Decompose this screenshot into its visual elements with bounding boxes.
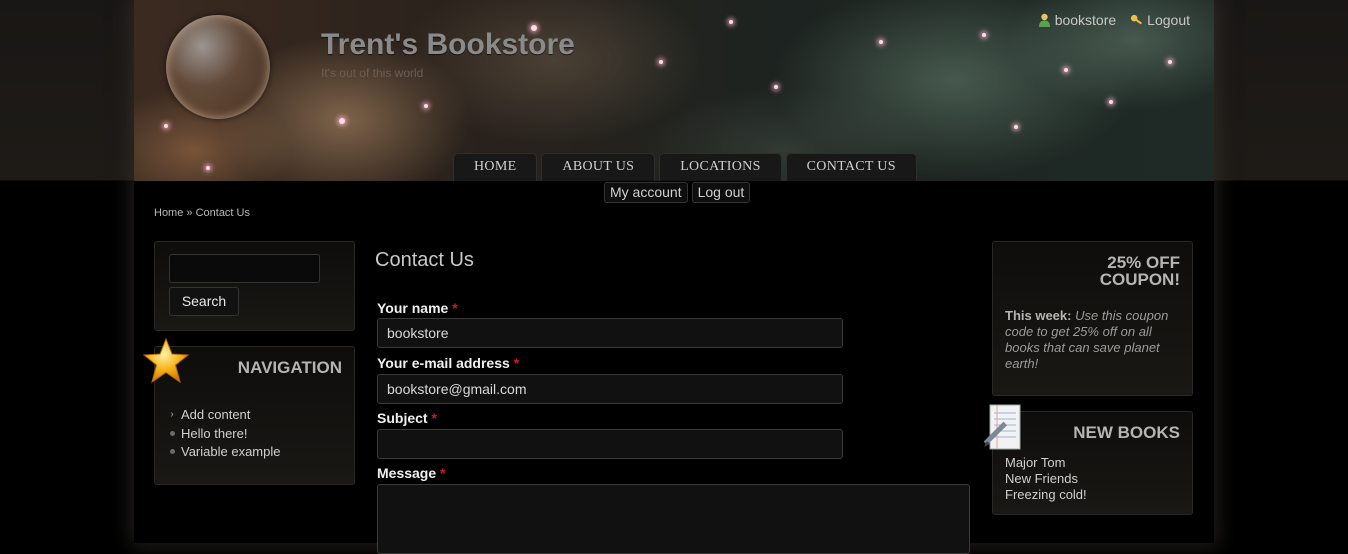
user-links: bookstore Logout: [1038, 12, 1190, 28]
nebula-star: [1109, 100, 1113, 104]
name-label: Your name *: [377, 300, 458, 316]
search-button[interactable]: Search: [169, 287, 239, 316]
required-marker: *: [513, 355, 520, 371]
primary-nav: HOME ABOUT US LOCATIONS CONTACT US: [453, 153, 917, 181]
subject-label-text: Subject: [377, 410, 428, 426]
subject-field[interactable]: [377, 429, 843, 459]
page-side-right: [1214, 0, 1348, 543]
message-field[interactable]: [377, 484, 970, 554]
nav-item-label: Variable example: [181, 444, 281, 459]
nav-item-hello-there[interactable]: Hello there!: [169, 425, 280, 444]
breadcrumb-separator: »: [183, 207, 196, 219]
new-books-list: Major Tom New Friends Freezing cold!: [1005, 455, 1087, 503]
email-label: Your e-mail address *: [377, 355, 519, 371]
page-wrapper: Trent's Bookstore It's out of this world…: [134, 0, 1214, 554]
coupon-block: 25% OFF COUPON! This week: Use this coup…: [992, 241, 1193, 396]
new-books-title: NEW BOOKS: [1073, 423, 1180, 442]
subject-label: Subject *: [377, 410, 437, 426]
secondary-nav: My account Log out: [604, 182, 751, 203]
bullet-icon: [169, 443, 175, 462]
coupon-title: 25% OFF COUPON!: [1100, 254, 1180, 288]
page-title: Contact Us: [375, 249, 474, 271]
star-icon: [142, 337, 190, 384]
coupon-title-line2: COUPON!: [1099, 270, 1180, 289]
site-logo[interactable]: [166, 15, 270, 119]
required-marker: *: [431, 410, 437, 426]
nebula-star: [164, 124, 168, 128]
log-out-link[interactable]: Log out: [691, 182, 751, 203]
coupon-text: This week: Use this coupon code to get 2…: [1005, 308, 1181, 372]
email-field[interactable]: bookstore@gmail.com: [377, 374, 843, 404]
bullet-icon: [169, 425, 175, 444]
navigation-title: NAVIGATION: [237, 358, 342, 377]
nebula-star: [1064, 68, 1068, 72]
notepad-icon: [983, 404, 1021, 450]
nav-item-label: Add content: [181, 407, 251, 422]
nebula-star: [982, 33, 986, 37]
search-input[interactable]: [169, 254, 320, 283]
nebula-star: [774, 85, 778, 89]
email-label-text: Your e-mail address: [377, 355, 510, 371]
user-link-logout[interactable]: Logout: [1130, 12, 1190, 28]
message-label-text: Message: [377, 465, 437, 481]
my-account-link[interactable]: My account: [604, 182, 688, 203]
user-link-label: Logout: [1147, 12, 1190, 28]
message-label: Message *: [377, 465, 446, 481]
coupon-title-line1: 25% OFF: [1107, 253, 1180, 272]
breadcrumb: Home » Contact Us: [154, 207, 250, 219]
nebula-star: [424, 104, 428, 108]
nav-item-variable-example[interactable]: Variable example: [169, 443, 280, 462]
user-link-account[interactable]: bookstore: [1038, 12, 1116, 28]
required-marker: *: [452, 300, 458, 316]
nebula-star: [339, 118, 345, 124]
navigation-menu: › Add content Hello there! Variable exam…: [169, 406, 280, 462]
coupon-lead: This week:: [1005, 308, 1072, 323]
tab-locations[interactable]: LOCATIONS: [659, 153, 782, 181]
book-item[interactable]: Major Tom: [1005, 455, 1087, 471]
search-block: Search: [154, 241, 355, 331]
tab-home[interactable]: HOME: [453, 153, 538, 181]
key-icon: [1131, 14, 1143, 25]
chevron-right-icon: ›: [170, 409, 174, 420]
nebula-star: [729, 20, 733, 24]
page-side-left: [0, 0, 134, 543]
book-item[interactable]: New Friends: [1005, 471, 1087, 487]
site-name[interactable]: Trent's Bookstore: [321, 28, 575, 62]
nav-item-add-content[interactable]: › Add content: [169, 406, 280, 425]
tab-contact-us[interactable]: CONTACT US: [785, 153, 917, 181]
nebula-star: [1014, 125, 1018, 129]
nebula-star: [879, 40, 883, 44]
book-item[interactable]: Freezing cold!: [1005, 487, 1087, 503]
breadcrumb-current: Contact Us: [195, 207, 250, 219]
name-field[interactable]: bookstore: [377, 318, 843, 348]
required-marker: *: [440, 465, 446, 481]
name-label-text: Your name: [377, 300, 449, 316]
breadcrumb-home[interactable]: Home: [154, 207, 183, 219]
nebula-star: [1168, 60, 1172, 64]
tab-about-us[interactable]: ABOUT US: [541, 153, 656, 181]
site-slogan: It's out of this world: [321, 66, 424, 80]
nebula-star: [659, 60, 663, 64]
nebula-star: [206, 166, 210, 170]
user-link-label: bookstore: [1054, 12, 1117, 28]
site-header: Trent's Bookstore It's out of this world…: [134, 0, 1214, 181]
nav-item-label: Hello there!: [181, 425, 248, 441]
user-icon: [1038, 13, 1050, 27]
